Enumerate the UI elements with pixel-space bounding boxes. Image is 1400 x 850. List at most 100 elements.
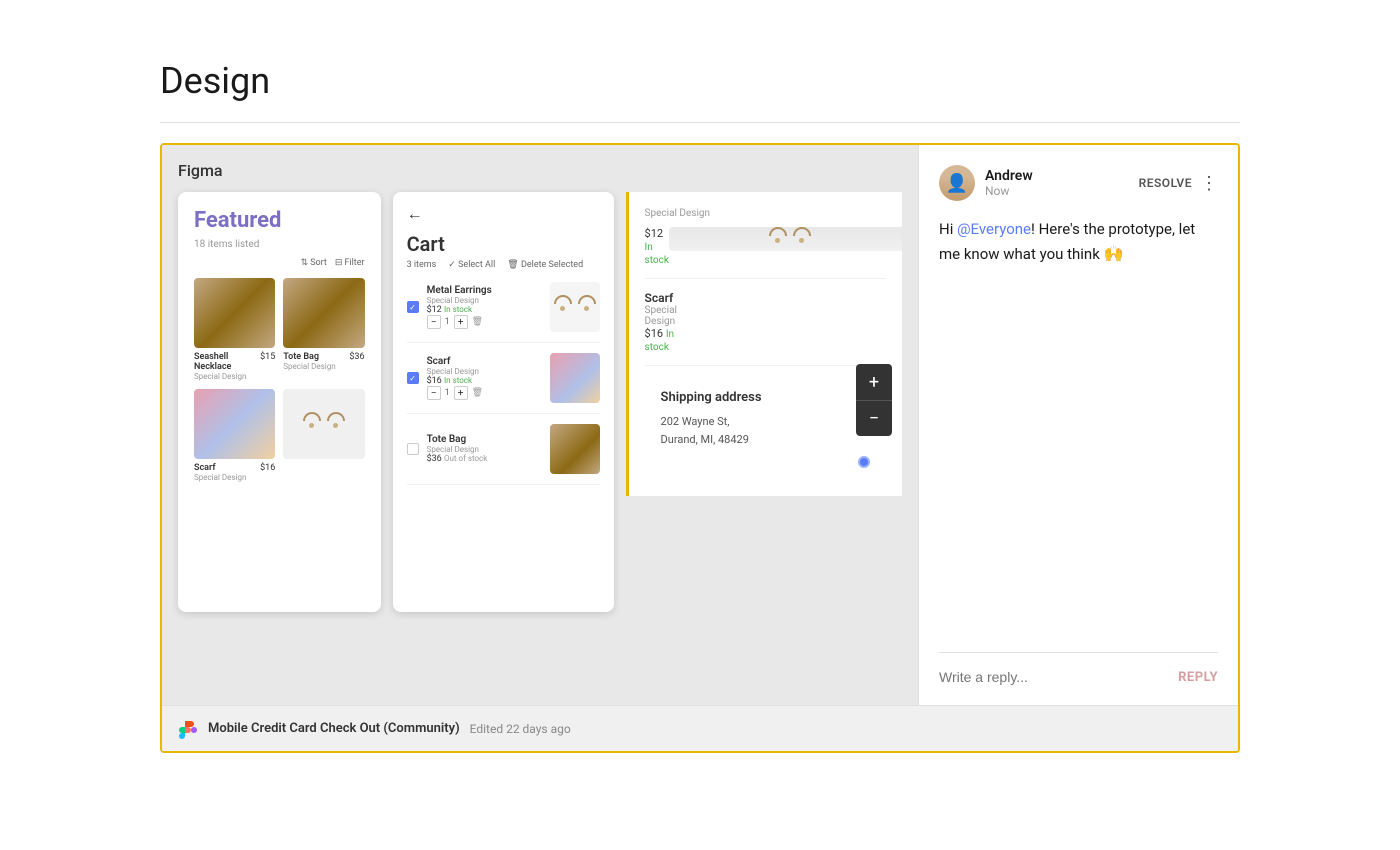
- location-container: [661, 456, 870, 468]
- reply-area: REPLY: [939, 652, 1218, 685]
- comment-text: Hi @Everyone! Here's the prototype, let …: [939, 217, 1218, 267]
- qty-minus-earrings[interactable]: −: [427, 315, 441, 329]
- featured-title: Featured: [194, 208, 365, 233]
- comment-header: 👤 Andrew Now RESOLVE ⋮: [939, 165, 1218, 201]
- product-item-necklace[interactable]: SeashellNecklace $15 Special Design: [194, 278, 275, 381]
- scarf-name: Scarf: [194, 463, 216, 473]
- cart-phone-frame: ← Cart 3 items ✓ Select All 🗑 Delete Sel…: [393, 192, 614, 612]
- cart-scarf-qty: − 1 + 🗑: [427, 386, 542, 400]
- special-design-label: Special Design: [645, 208, 886, 219]
- cart-item-earrings: ✓ Metal Earrings Special Design $12 In s…: [407, 282, 600, 343]
- card-footer: Mobile Credit Card Check Out (Community)…: [162, 705, 1238, 751]
- delete-scarf-button[interactable]: 🗑: [472, 388, 483, 398]
- checkout-scarf-brand: Special Design: [645, 305, 677, 327]
- cart-tote-image: [550, 424, 600, 474]
- zoom-in-button[interactable]: +: [856, 364, 892, 400]
- earrings-decoration: [302, 389, 346, 459]
- main-card: Figma Featured 18 items listed ⇅ Sort: [160, 143, 1240, 753]
- cart-scarf-info: Scarf Special Design $16 In stock − 1 + …: [427, 356, 542, 400]
- cart-checkbox-earrings[interactable]: ✓: [407, 301, 419, 313]
- checkout-earrings-details: $12 In stock: [645, 227, 669, 266]
- qty-value-earrings: 1: [445, 317, 450, 327]
- product-item-scarf[interactable]: Scarf $16 Special Design: [194, 389, 275, 482]
- featured-subtitle: 18 items listed: [194, 239, 365, 250]
- checkout-earrings-stock: In stock: [645, 242, 669, 266]
- zoom-controls: + −: [856, 364, 892, 436]
- qty-minus-scarf[interactable]: −: [427, 386, 441, 400]
- select-all-button[interactable]: ✓ Select All: [448, 260, 495, 270]
- cart-items-count: 3 items: [407, 260, 437, 270]
- cart-earrings-price: $12 In stock: [427, 305, 542, 315]
- cart-earrings-image: [550, 282, 600, 332]
- cart-earrings-brand: Special Design: [427, 296, 542, 305]
- reply-input[interactable]: [939, 669, 1178, 685]
- cart-meta: 3 items ✓ Select All 🗑 Delete Selected: [407, 260, 600, 270]
- footer-title: Mobile Credit Card Check Out (Community): [208, 721, 460, 736]
- cart-tote-price: $36 Out of stock: [427, 454, 542, 464]
- divider: [160, 122, 1240, 123]
- tote-name: Tote Bag: [283, 352, 319, 362]
- tote-price: $36: [349, 352, 364, 362]
- qty-value-scarf: 1: [445, 388, 450, 398]
- featured-filters: ⇅ Sort ⊟ Filter: [194, 258, 365, 268]
- earrings-decoration-cart: [553, 282, 597, 332]
- cart-earrings-qty: − 1 + 🗑: [427, 315, 542, 329]
- checkout-scarf-details: Scarf Special Design $16 In stock: [645, 291, 677, 353]
- comment-author-info: Andrew Now: [985, 168, 1139, 198]
- cart-scarf-brand: Special Design: [427, 367, 542, 376]
- tote-brand: Special Design: [283, 362, 364, 371]
- page-title: Design: [160, 60, 1240, 102]
- zoom-out-button[interactable]: −: [856, 400, 892, 436]
- cart-tote-stock: Out of stock: [444, 454, 487, 463]
- delete-earrings-button[interactable]: 🗑: [472, 317, 483, 327]
- resolve-button[interactable]: RESOLVE: [1139, 176, 1192, 190]
- cart-back-button[interactable]: ←: [407, 204, 600, 224]
- necklace-price: $15: [260, 352, 275, 372]
- product-item-tote[interactable]: Tote Bag $36 Special Design: [283, 278, 364, 381]
- scarf-brand: Special Design: [194, 473, 275, 482]
- avatar-face: 👤: [939, 165, 975, 201]
- scarf-price: $16: [260, 463, 275, 473]
- earrings-image: [283, 389, 364, 459]
- cart-item-tote: Tote Bag Special Design $36 Out of stock: [407, 424, 600, 485]
- cart-scarf-price: $16 In stock: [427, 376, 542, 386]
- checkout-content: Special Design $12 In stock: [629, 192, 902, 496]
- checkout-panel: Special Design $12 In stock: [626, 192, 902, 496]
- cart-checkbox-scarf[interactable]: ✓: [407, 372, 419, 384]
- delete-selected-button[interactable]: 🗑 Delete Selected: [507, 260, 583, 270]
- checkout-earrings-price: $12 In stock: [645, 227, 669, 266]
- shipping-title: Shipping address: [661, 390, 870, 405]
- comment-mention[interactable]: @Everyone: [957, 220, 1031, 238]
- product-grid: SeashellNecklace $15 Special Design Tote…: [194, 278, 365, 482]
- cart-title: Cart: [407, 232, 600, 256]
- cart-checkbox-tote[interactable]: [407, 443, 419, 455]
- location-dot: [858, 456, 870, 468]
- cart-scarf-stock: In stock: [444, 376, 472, 385]
- card-inner: Figma Featured 18 items listed ⇅ Sort: [162, 145, 1238, 705]
- page-container: Design Figma Featured 18 items listed ⇅: [0, 0, 1400, 813]
- more-options-button[interactable]: ⋮: [1200, 173, 1218, 194]
- featured-screen: Featured 18 items listed ⇅ Sort ⊟ Filter: [178, 192, 381, 498]
- footer-subtitle: Edited 22 days ago: [470, 722, 571, 736]
- reply-button[interactable]: REPLY: [1178, 670, 1218, 685]
- figma-footer-icon: [178, 719, 198, 739]
- cart-earrings-stock: In stock: [444, 305, 472, 314]
- comment-emoji: 🙌: [1104, 244, 1124, 263]
- checkout-scarf-name: Scarf: [645, 291, 677, 305]
- qty-plus-earrings[interactable]: +: [454, 315, 468, 329]
- comment-author: Andrew: [985, 168, 1139, 184]
- cart-tote-brand: Special Design: [427, 445, 542, 454]
- qty-plus-scarf[interactable]: +: [454, 386, 468, 400]
- necklace-brand: Special Design: [194, 372, 275, 381]
- filter-button[interactable]: ⊟ Filter: [335, 258, 365, 268]
- cart-item-scarf: ✓ Scarf Special Design $16 In stock − 1 …: [407, 353, 600, 414]
- checkout-scarf-price: $16 In stock: [645, 327, 677, 353]
- cart-screen: ← Cart 3 items ✓ Select All 🗑 Delete Sel…: [393, 192, 614, 507]
- scarf-image: [194, 389, 275, 459]
- product-item-earrings[interactable]: [283, 389, 364, 482]
- checkout-item-earrings: $12 In stock: [645, 227, 886, 279]
- sort-button[interactable]: ⇅ Sort: [301, 258, 327, 268]
- comment-actions: RESOLVE ⋮: [1139, 173, 1218, 194]
- checkout-scarf-stock: In stock: [645, 329, 675, 353]
- figma-canvas: Figma Featured 18 items listed ⇅ Sort: [162, 145, 918, 705]
